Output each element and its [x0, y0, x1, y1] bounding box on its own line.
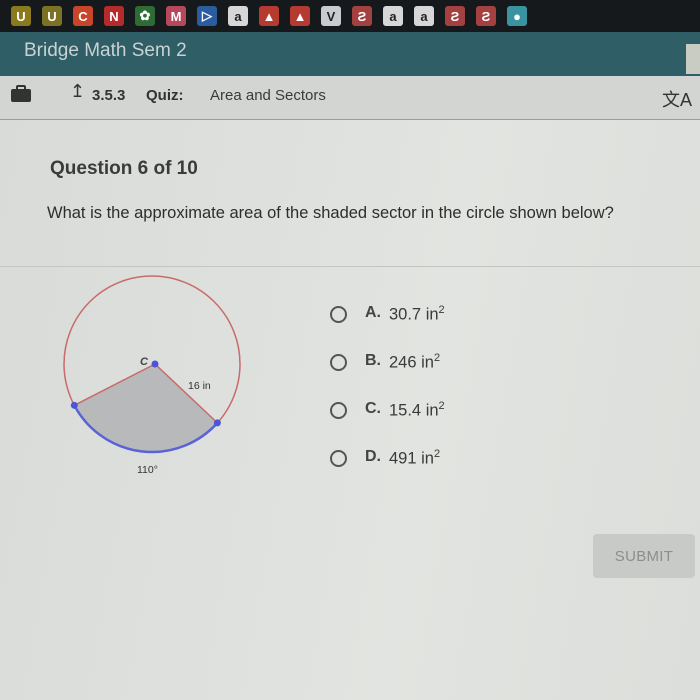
- answer-letter: D.: [365, 448, 381, 465]
- arc-endpoint-left: [70, 401, 78, 409]
- center-label: C: [140, 356, 149, 368]
- radius-label: 16 in: [188, 380, 211, 392]
- red-app-icon[interactable]: Ƨ: [476, 6, 496, 26]
- answer-letter: C.: [365, 400, 381, 417]
- app-header: Bridge Math Sem 2: [0, 32, 700, 76]
- quiz-header: ↥ 3.5.3 Quiz: Area and Sectors 文A: [0, 76, 700, 120]
- radio-button[interactable]: [330, 306, 347, 323]
- teal-app-icon[interactable]: ●: [507, 6, 527, 26]
- submit-button[interactable]: SUBMIT: [593, 534, 695, 578]
- up-arrow-icon[interactable]: ↥: [70, 81, 85, 102]
- red-hat-icon[interactable]: ▲: [259, 6, 279, 26]
- radio-button[interactable]: [330, 402, 347, 419]
- question-text: What is the approximate area of the shad…: [47, 204, 614, 222]
- arc-endpoint-right: [213, 419, 221, 427]
- translate-icon[interactable]: 文A: [662, 86, 692, 112]
- shaded-sector: [73, 363, 219, 453]
- amazon-icon[interactable]: a: [414, 6, 434, 26]
- radio-button[interactable]: [330, 354, 347, 371]
- quiz-label: Quiz:: [146, 87, 184, 104]
- m-app-icon[interactable]: M: [166, 6, 186, 26]
- center-point: [151, 360, 159, 368]
- answer-option[interactable]: D. 491 in2: [330, 448, 445, 496]
- crunchyroll-icon[interactable]: C: [73, 6, 93, 26]
- vimeo-icon[interactable]: V: [321, 6, 341, 26]
- answer-value: 30.7 in2: [389, 304, 445, 324]
- quiz-number: 3.5.3: [92, 87, 126, 104]
- question-area: Question 6 of 10 What is the approximate…: [0, 120, 700, 700]
- red-hat-icon[interactable]: ▲: [290, 6, 310, 26]
- answer-value: 491 in2: [389, 448, 441, 468]
- answer-option[interactable]: C. 15.4 in2: [330, 400, 445, 448]
- circle-figure: C 16 in 110°: [63, 275, 241, 476]
- netflix-icon[interactable]: N: [104, 6, 124, 26]
- divider: [0, 266, 700, 267]
- answer-value: 246 in2: [389, 352, 441, 372]
- u-app-icon[interactable]: U: [42, 6, 62, 26]
- quiz-name: Area and Sectors: [210, 87, 326, 104]
- answer-option[interactable]: B. 246 in2: [330, 352, 445, 400]
- answer-choices: A. 30.7 in2 B. 246 in2 C. 15.4 in2 D. 491 in2: [330, 304, 445, 496]
- school-logo-icon: [686, 44, 700, 74]
- u-app-icon[interactable]: U: [11, 6, 31, 26]
- answer-letter: B.: [365, 352, 381, 369]
- answer-value: 15.4 in2: [389, 400, 445, 420]
- red-app-icon[interactable]: Ƨ: [352, 6, 372, 26]
- amazon-icon[interactable]: a: [383, 6, 403, 26]
- answer-letter: A.: [365, 304, 381, 321]
- radio-button[interactable]: [330, 450, 347, 467]
- plant-icon[interactable]: ✿: [135, 6, 155, 26]
- briefcase-icon[interactable]: [10, 85, 32, 103]
- amazon-icon[interactable]: a: [228, 6, 248, 26]
- red-app-icon[interactable]: Ƨ: [445, 6, 465, 26]
- app-title: Bridge Math Sem 2: [24, 40, 187, 61]
- question-counter: Question 6 of 10: [50, 158, 198, 179]
- angle-label: 110°: [137, 464, 158, 476]
- bookmarks-bar: U U C N ✿ M ▷ a ▲ ▲ V Ƨa a Ƨ Ƨ ●: [0, 0, 700, 32]
- answer-option[interactable]: A. 30.7 in2: [330, 304, 445, 352]
- play-icon[interactable]: ▷: [197, 6, 217, 26]
